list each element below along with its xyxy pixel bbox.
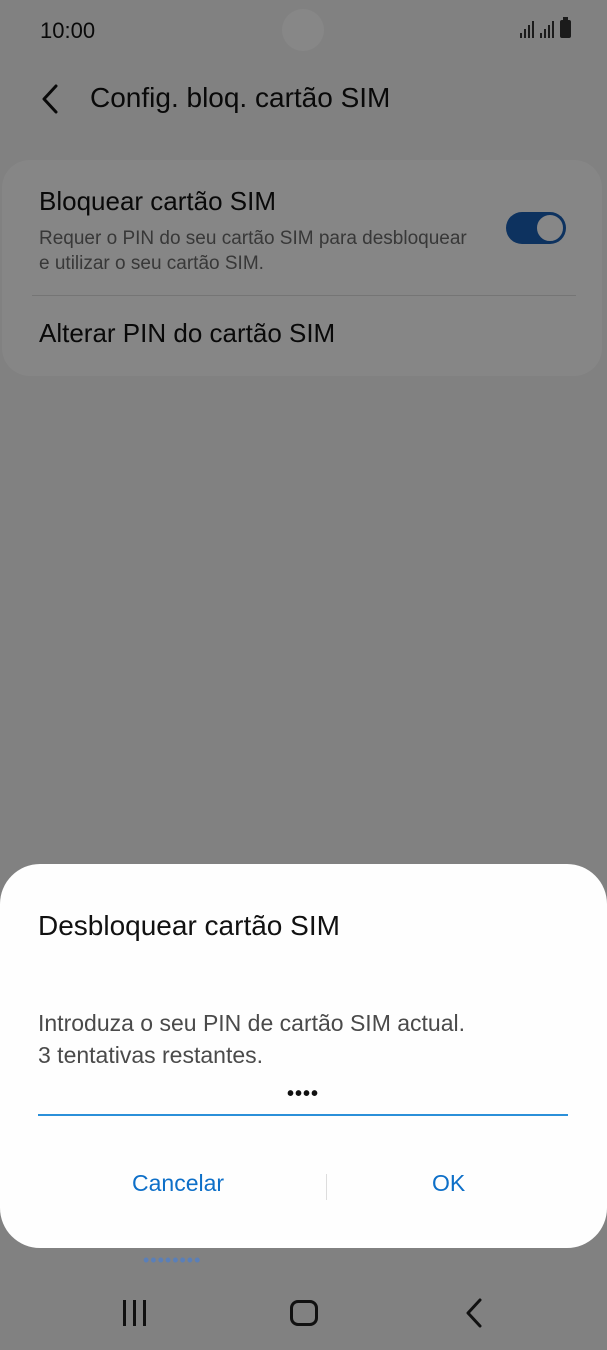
home-icon[interactable]	[290, 1300, 318, 1326]
button-separator	[326, 1174, 327, 1200]
dialog-title: Desbloquear cartão SIM	[38, 910, 340, 941]
cancel-button[interactable]: Cancelar	[132, 1170, 224, 1197]
dialog-message: Introduza o seu PIN de cartão SIM actual…	[38, 1010, 466, 1036]
ok-button[interactable]: OK	[432, 1170, 465, 1197]
back-icon[interactable]	[462, 1296, 486, 1330]
screen: 10:00 Config. bloq. cartão SIM Bloquear …	[0, 0, 607, 1350]
attempts-remaining: 3 tentativas restantes.	[38, 1042, 264, 1068]
unlock-sim-dialog: Desbloquear cartão SIM Introduza o seu P…	[0, 864, 607, 1248]
pin-input[interactable]	[38, 1074, 568, 1116]
navigation-bar	[0, 1276, 607, 1350]
background-pin-dots: ••••••••	[143, 1250, 202, 1270]
recents-icon[interactable]	[121, 1300, 149, 1326]
